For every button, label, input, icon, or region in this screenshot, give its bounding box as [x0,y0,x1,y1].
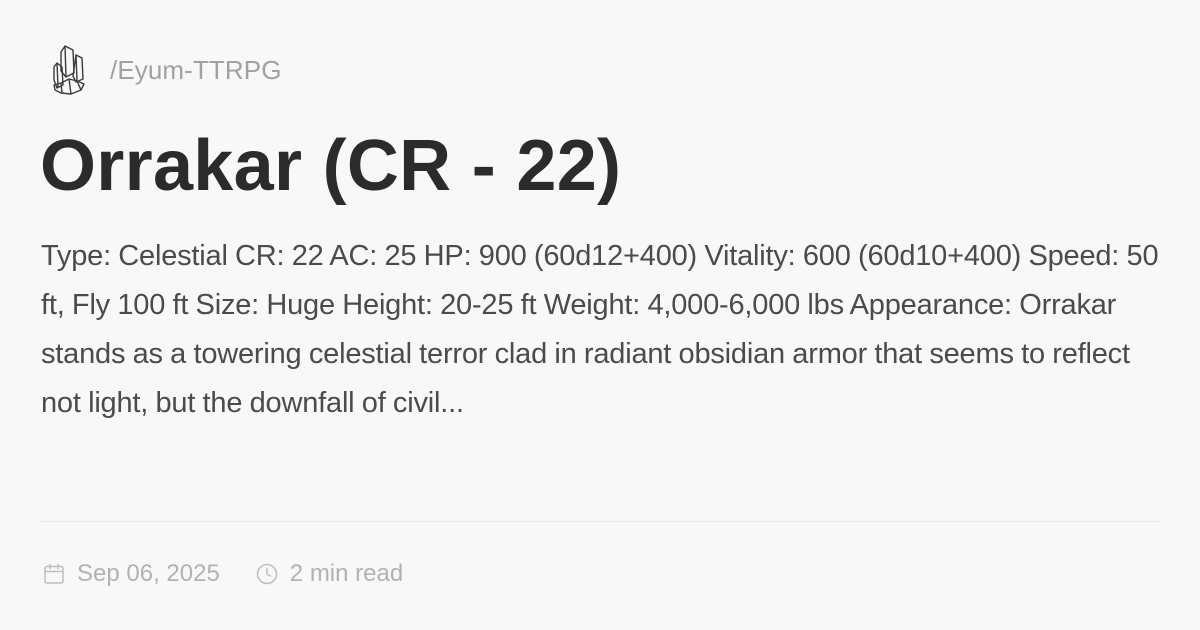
crystal-cluster-icon [46,42,92,98]
publish-date-text: Sep 06, 2025 [77,560,220,587]
reading-time: 2 min read [255,560,403,588]
reading-time-text: 2 min read [289,560,404,587]
publish-date: Sep 06, 2025 [42,560,220,588]
divider [40,521,1160,522]
site-name-link[interactable]: /Eyum-TTRPG [110,55,282,86]
site-header: /Eyum-TTRPG [46,40,282,100]
article-description: Type: Celestial CR: 22 AC: 25 HP: 900 (6… [41,240,1159,419]
article-title: Orrakar (CR - 22) [40,126,622,206]
calendar-icon [42,562,66,586]
article-meta: Sep 06, 2025 2 min read [42,556,403,592]
clock-icon [255,562,279,586]
